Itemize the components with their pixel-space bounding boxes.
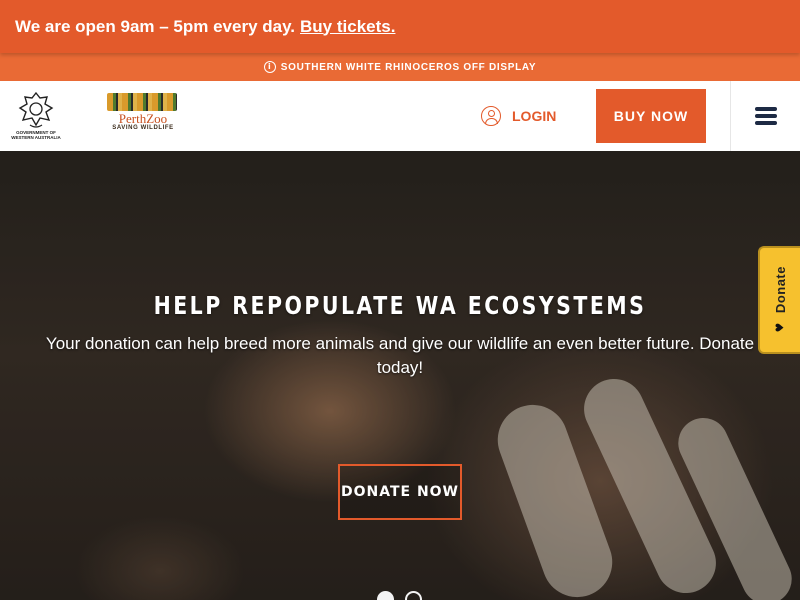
donate-tab-label: Donate xyxy=(772,265,788,314)
hero-banner: HELP REPOPULATE WA ECOSYSTEMS Your donat… xyxy=(0,151,800,600)
zoo-logo-banner xyxy=(107,93,177,111)
donate-now-label: DONATE NOW xyxy=(340,484,460,500)
zoo-logo-name: PerthZoo xyxy=(118,111,168,126)
alert-bar[interactable]: i SOUTHERN WHITE RHINOCEROS OFF DISPLAY xyxy=(0,53,800,81)
buy-tickets-link[interactable]: Buy tickets. xyxy=(300,17,395,37)
donate-side-tab[interactable]: Donate ♥ xyxy=(758,246,800,354)
hamburger-menu-icon xyxy=(754,107,777,125)
buy-now-label: BUY NOW xyxy=(613,108,689,124)
crest-icon xyxy=(18,91,54,128)
info-icon: i xyxy=(263,61,276,73)
user-icon xyxy=(481,106,501,126)
hero-subtitle: Your donation can help breed more animal… xyxy=(45,334,755,377)
announcement-message: We are open 9am – 5pm every day. xyxy=(15,16,296,36)
perth-zoo-logo[interactable]: PerthZoo SAVING WILDLIFE xyxy=(107,93,179,139)
gov-logo-text: GOVERNMENT OF WESTERN AUSTRALIA xyxy=(11,130,61,140)
announcement-bar: We are open 9am – 5pm every day. Buy tic… xyxy=(0,0,800,53)
heart-icon: ♥ xyxy=(773,322,787,333)
site-header: GOVERNMENT OF WESTERN AUSTRALIA PerthZoo… xyxy=(0,81,800,151)
hero-title: HELP REPOPULATE WA ECOSYSTEMS xyxy=(153,291,647,320)
donate-now-button[interactable]: DONATE NOW xyxy=(338,464,462,520)
buy-now-button[interactable]: BUY NOW xyxy=(596,89,706,143)
zoo-logo-tagline: SAVING WILDLIFE xyxy=(112,125,174,131)
government-of-wa-logo[interactable]: GOVERNMENT OF WESTERN AUSTRALIA xyxy=(10,91,62,141)
menu-button[interactable] xyxy=(730,81,800,151)
login-button[interactable]: LOGIN xyxy=(481,105,556,127)
alert-text: SOUTHERN WHITE RHINOCEROS OFF DISPLAY xyxy=(280,61,537,73)
login-label: LOGIN xyxy=(512,108,557,124)
